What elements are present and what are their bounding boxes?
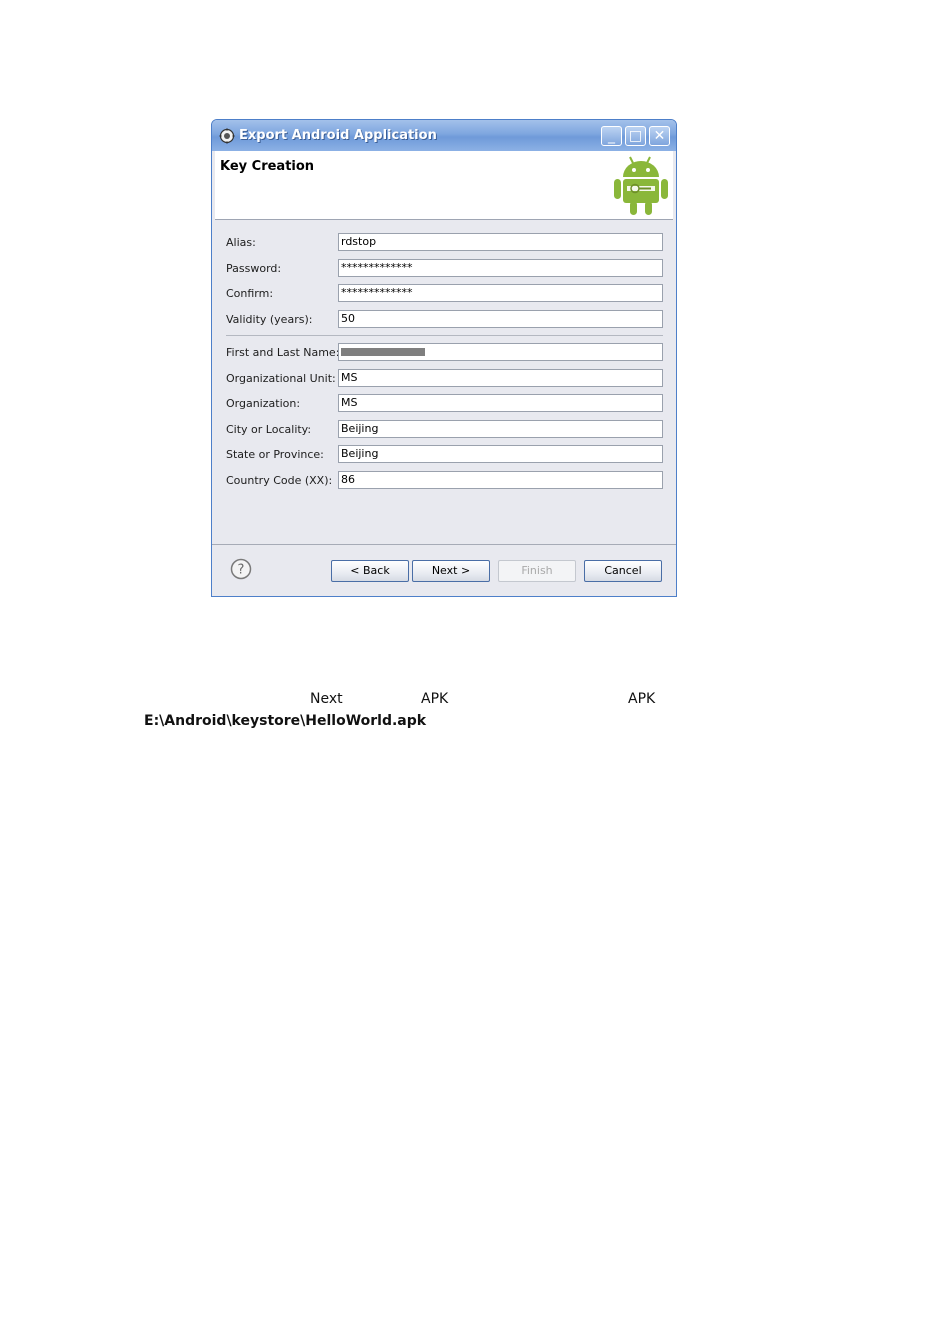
country-code-label: Country Code (XX):: [226, 474, 333, 487]
finish-button[interactable]: Finish: [498, 560, 576, 582]
page-title: Key Creation: [220, 159, 315, 174]
alias-label: Alias:: [226, 236, 256, 249]
password-field[interactable]: *************: [338, 259, 663, 277]
minimize-button[interactable]: _: [601, 126, 622, 146]
svg-text:?: ?: [238, 563, 245, 578]
confirm-password-field[interactable]: *************: [338, 284, 663, 302]
city-label: City or Locality:: [226, 423, 312, 436]
apk-output-path: E:\Android\keystore\HelloWorld.apk: [144, 713, 427, 729]
footer-divider: [212, 544, 676, 545]
close-button[interactable]: ✕: [649, 126, 670, 146]
first-last-name-field[interactable]: [338, 343, 663, 361]
org-unit-label: Organizational Unit:: [226, 372, 336, 385]
alias-field[interactable]: rdstop: [338, 233, 663, 251]
window-title: Export Android Application: [239, 128, 437, 143]
export-android-application-dialog: Export Android Application _ □ ✕ Key Cre…: [211, 119, 677, 597]
name-label: First and Last Name:: [226, 346, 340, 359]
country-code-field[interactable]: 86: [338, 471, 663, 489]
back-button[interactable]: < Back: [331, 560, 409, 582]
validity-label: Validity (years):: [226, 313, 313, 326]
maximize-button[interactable]: □: [625, 126, 646, 146]
state-field[interactable]: Beijing: [338, 445, 663, 463]
android-robot-icon: [614, 156, 668, 215]
city-field[interactable]: Beijing: [338, 420, 663, 438]
redacted-name-bar: [341, 348, 425, 356]
next-button[interactable]: Next >: [412, 560, 490, 582]
title-bar[interactable]: Export Android Application _ □ ✕: [212, 120, 676, 151]
state-label: State or Province:: [226, 448, 324, 461]
caption-apk-2: APK: [628, 691, 656, 707]
password-label: Password:: [226, 262, 282, 275]
organization-label: Organization:: [226, 397, 301, 410]
org-unit-field[interactable]: MS: [338, 369, 663, 387]
validity-field[interactable]: 50: [338, 310, 663, 328]
caption-apk-1: APK: [421, 691, 449, 707]
wizard-header: Key Creation: [215, 151, 673, 220]
help-icon[interactable]: ?: [230, 558, 252, 580]
form-divider: [226, 335, 663, 336]
caption-next-word: Next: [310, 691, 343, 707]
eclipse-gear-icon: [219, 128, 235, 144]
organization-field[interactable]: MS: [338, 394, 663, 412]
cancel-button[interactable]: Cancel: [584, 560, 662, 582]
confirm-label: Confirm:: [226, 287, 274, 300]
